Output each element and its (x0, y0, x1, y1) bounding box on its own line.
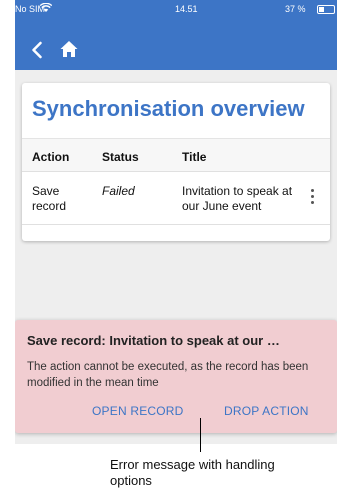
page-title: Synchronisation overview (32, 96, 305, 121)
status-bar: No SIM 14.51 37 % (15, 0, 337, 22)
column-header-action: Action (32, 150, 70, 164)
chevron-left-icon (32, 41, 42, 59)
wifi-icon (39, 2, 53, 15)
battery-icon (317, 5, 335, 14)
row-more-button[interactable] (308, 189, 316, 211)
table-header: Action Status Title (22, 138, 330, 172)
clock-time: 14.51 (175, 4, 198, 14)
app-screen: No SIM 14.51 37 % Synchronisation overvi… (15, 0, 337, 444)
home-icon (60, 41, 78, 57)
home-button[interactable] (59, 39, 79, 59)
error-title: Save record: Invitation to speak at our … (27, 333, 280, 348)
callout-line (200, 418, 201, 452)
more-vert-icon (310, 189, 314, 192)
back-button[interactable] (28, 40, 48, 60)
error-message: Save record: Invitation to speak at our … (15, 320, 337, 433)
caption-text: Error message with handling options (110, 457, 275, 488)
row-status: Failed (102, 184, 135, 198)
app-header: No SIM 14.51 37 % (15, 0, 337, 70)
column-header-title: Title (182, 150, 207, 164)
open-record-button[interactable]: OPEN RECORD (92, 404, 184, 418)
column-header-status: Status (102, 150, 139, 164)
drop-action-button[interactable]: DROP ACTION (224, 404, 309, 418)
row-divider (22, 224, 330, 225)
battery-percent: 37 % (285, 4, 306, 14)
annotation-caption: Error message with handling options (110, 457, 278, 489)
error-text: The action cannot be executed, as the re… (27, 361, 309, 389)
row-title: Invitation to speak at our June event (182, 184, 293, 213)
sync-overview-card: Synchronisation overview Action Status T… (22, 83, 330, 241)
row-action: Save record (32, 184, 67, 213)
